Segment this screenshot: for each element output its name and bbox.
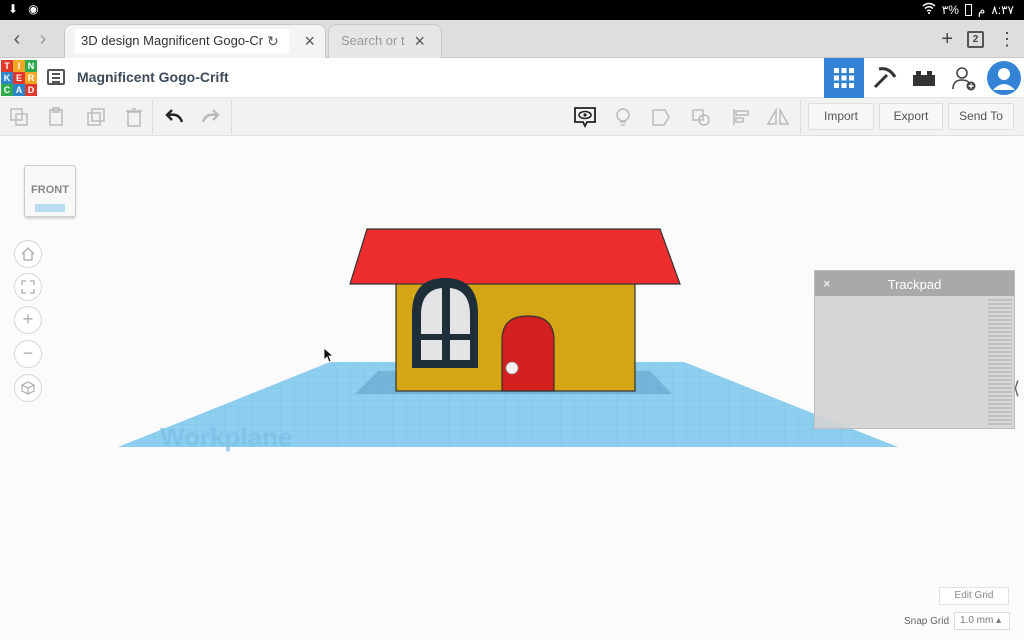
house-model[interactable] [349, 228, 681, 392]
battery-icon [964, 3, 972, 16]
logo-letter: N [25, 60, 37, 72]
overflow-menu-icon[interactable]: ⋮ [998, 29, 1016, 50]
trash-icon[interactable] [124, 107, 144, 127]
logo-letter: I [13, 60, 25, 72]
align-icon[interactable] [731, 107, 751, 127]
app-header: TINKERCAD Magnificent Gogo-Crift [0, 58, 1024, 98]
logo-letter: E [13, 72, 25, 84]
chevron-left-icon[interactable]: ⟨ [1013, 378, 1020, 399]
house-roof[interactable] [349, 228, 681, 285]
add-user-button[interactable] [944, 58, 984, 98]
paste-icon[interactable] [47, 107, 67, 127]
back-icon[interactable]: ‹ [6, 28, 28, 50]
meridiem: م [977, 2, 986, 17]
redo-icon[interactable] [201, 107, 221, 127]
toolbar-divider [152, 100, 153, 134]
duplicate-icon[interactable] [86, 107, 106, 127]
notes-visibility-icon[interactable] [573, 105, 597, 129]
avatar[interactable] [984, 58, 1024, 98]
logo-letter: K [1, 72, 13, 84]
logo-letter: C [1, 84, 13, 96]
export-button[interactable]: Export [879, 103, 943, 130]
ungroup-icon[interactable] [691, 107, 711, 127]
trackpad-scroll-strip[interactable] [988, 299, 1012, 427]
forward-icon[interactable]: › [32, 28, 54, 50]
logo-letter: D [25, 84, 37, 96]
close-icon[interactable]: × [304, 31, 315, 52]
copy-icon[interactable] [9, 107, 29, 127]
tab-title[interactable]: 3D design Magnificent Gogo-Cr [75, 29, 289, 53]
grid-icon [834, 68, 854, 88]
battery-percent: ٣% [941, 2, 959, 17]
logo-letter: R [25, 72, 37, 84]
brick-icon [913, 71, 935, 86]
close-icon[interactable]: × [414, 31, 425, 52]
house-window[interactable] [412, 278, 478, 368]
mirror-icon[interactable] [766, 107, 790, 127]
new-tab-icon[interactable]: + [941, 28, 953, 51]
snap-grid-label: Snap Grid [904, 616, 950, 627]
door-knob [505, 361, 519, 375]
tab-active[interactable]: 3D design Magnificent Gogo-Cr ↻ × [64, 24, 326, 58]
tab-inactive[interactable]: Search or ty × [328, 24, 442, 58]
logo-letter: A [13, 84, 25, 96]
add-user-icon [952, 67, 976, 91]
user-avatar-icon [987, 61, 1021, 95]
import-button[interactable]: Import [808, 103, 874, 130]
snap-grid-select[interactable]: 1.0 mm ▴ [954, 612, 1010, 630]
download-icon: ⬇ [8, 2, 19, 16]
3d-view-button[interactable] [824, 58, 864, 98]
mouse-cursor-icon [323, 347, 335, 363]
logo-letter: T [1, 60, 13, 72]
trackpad-header[interactable]: × Trackpad [815, 271, 1014, 296]
edit-grid-button[interactable]: Edit Grid [939, 587, 1009, 605]
clock: ٨:٣٧ [991, 2, 1014, 17]
undo-icon[interactable] [164, 107, 184, 127]
design-title[interactable]: Magnificent Gogo-Crift [77, 69, 229, 85]
lightbulb-icon[interactable] [613, 107, 633, 127]
pickaxe-icon [873, 67, 897, 89]
send-to-button[interactable]: Send To [948, 103, 1014, 130]
chrome-icon: ◉ [28, 2, 39, 16]
blocks-button[interactable] [864, 58, 904, 98]
tab-count-icon[interactable]: 2 [967, 31, 984, 48]
tinkercad-logo[interactable]: TINKERCAD [1, 60, 37, 96]
toolbar-divider [231, 100, 232, 134]
workplane-watermark: Workplane [160, 422, 292, 452]
group-icon[interactable] [651, 107, 671, 127]
toolbar-divider [800, 100, 801, 134]
browser-tab-strip: ‹ › 3D design Magnificent Gogo-Cr ↻ × Se… [0, 20, 1024, 58]
design-list-icon[interactable] [47, 69, 65, 85]
edit-toolbar: Import Export Send To [0, 98, 1024, 136]
trackpad-title: Trackpad [887, 277, 942, 292]
bricks-button[interactable] [904, 58, 944, 98]
house-door[interactable] [501, 315, 555, 392]
reload-icon[interactable]: ↻ [267, 33, 279, 50]
wifi-icon [922, 2, 936, 17]
status-bar: ⬇ ◉ ٣% م ٨:٣٧ [0, 0, 1024, 20]
trackpad-panel[interactable]: × Trackpad [814, 270, 1015, 429]
tab-title-search[interactable]: Search or ty [335, 29, 405, 53]
